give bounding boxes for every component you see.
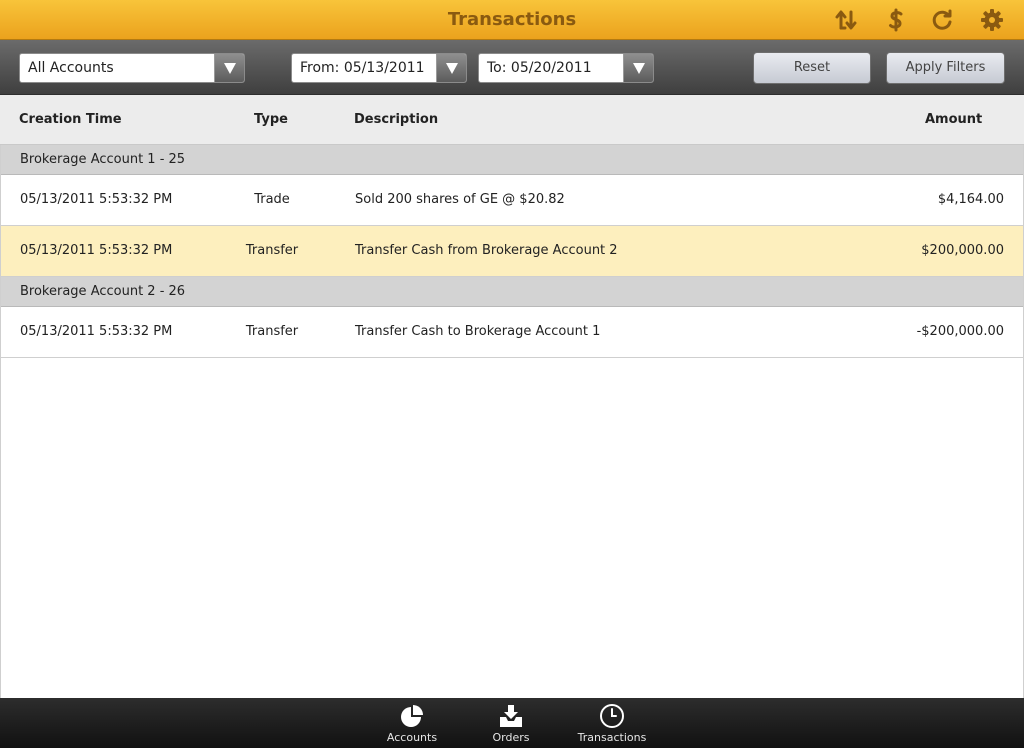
cell-type: Transfer	[245, 324, 299, 339]
group-title: Brokerage Account 2 - 26	[20, 284, 186, 299]
chevron-down-icon	[623, 54, 653, 82]
tab-orders[interactable]: Orders	[466, 698, 556, 748]
tab-label: Accounts	[386, 731, 438, 744]
cell-amount: $200,000.00	[921, 243, 1004, 258]
group-title: Brokerage Account 1 - 25	[20, 152, 186, 167]
cell-description: Transfer Cash to Brokerage Account 1	[355, 324, 601, 339]
pie-chart-icon	[367, 703, 457, 729]
table-header: Creation Time Type Description Amount	[0, 95, 1024, 145]
cell-creation-time: 05/13/2011 5:53:32 PM	[20, 243, 173, 258]
cell-type: Trade	[254, 192, 290, 207]
from-date-value: From: 05/13/2011	[300, 60, 425, 76]
tab-bar: Accounts Orders Transactions	[0, 698, 1024, 748]
group-header: Brokerage Account 2 - 26	[1, 277, 1023, 307]
transaction-list[interactable]: Brokerage Account 1 - 25 05/13/2011 5:53…	[0, 145, 1024, 698]
tab-accounts[interactable]: Accounts	[367, 698, 457, 748]
refresh-icon[interactable]	[928, 6, 956, 34]
group-header: Brokerage Account 1 - 25	[1, 145, 1023, 175]
filter-bar: All Accounts From: 05/13/2011 To: 05/20/…	[0, 40, 1024, 95]
title-bar: Transactions	[0, 0, 1024, 40]
cell-amount: $4,164.00	[937, 192, 1004, 207]
tab-label: Orders	[492, 731, 530, 744]
chevron-down-icon	[436, 54, 466, 82]
cell-creation-time: 05/13/2011 5:53:32 PM	[20, 192, 173, 207]
apply-filters-button[interactable]: Apply Filters	[886, 52, 1005, 84]
inbox-download-icon	[466, 703, 556, 729]
column-header-amount: Amount	[925, 112, 983, 127]
cell-description: Transfer Cash from Brokerage Account 2	[355, 243, 618, 258]
tab-label: Transactions	[577, 731, 647, 744]
column-header-type: Type	[254, 112, 288, 127]
page-title: Transactions	[447, 9, 577, 30]
table-row-selected[interactable]: 05/13/2011 5:53:32 PM Transfer Transfer …	[1, 226, 1023, 277]
account-select[interactable]: All Accounts	[19, 53, 245, 83]
table-row[interactable]: 05/13/2011 5:53:32 PM Transfer Transfer …	[1, 307, 1023, 358]
to-date-select[interactable]: To: 05/20/2011	[478, 53, 654, 83]
account-select-value: All Accounts	[28, 60, 114, 76]
column-header-description: Description	[354, 112, 439, 127]
chevron-down-icon	[214, 54, 244, 82]
cell-type: Transfer	[245, 243, 299, 258]
cell-creation-time: 05/13/2011 5:53:32 PM	[20, 324, 173, 339]
from-date-select[interactable]: From: 05/13/2011	[291, 53, 467, 83]
clock-icon	[567, 703, 657, 729]
tab-transactions[interactable]: Transactions	[567, 698, 657, 748]
cell-amount: -$200,000.00	[916, 324, 1004, 339]
table-row[interactable]: 05/13/2011 5:53:32 PM Trade Sold 200 sha…	[1, 175, 1023, 226]
gear-icon[interactable]	[978, 6, 1006, 34]
column-header-creation-time: Creation Time	[19, 112, 122, 127]
cell-description: Sold 200 shares of GE @ $20.82	[355, 192, 565, 207]
to-date-value: To: 05/20/2011	[487, 60, 592, 76]
reset-button[interactable]: Reset	[753, 52, 871, 84]
transfer-icon[interactable]	[832, 6, 860, 34]
dollar-icon[interactable]	[882, 6, 910, 34]
